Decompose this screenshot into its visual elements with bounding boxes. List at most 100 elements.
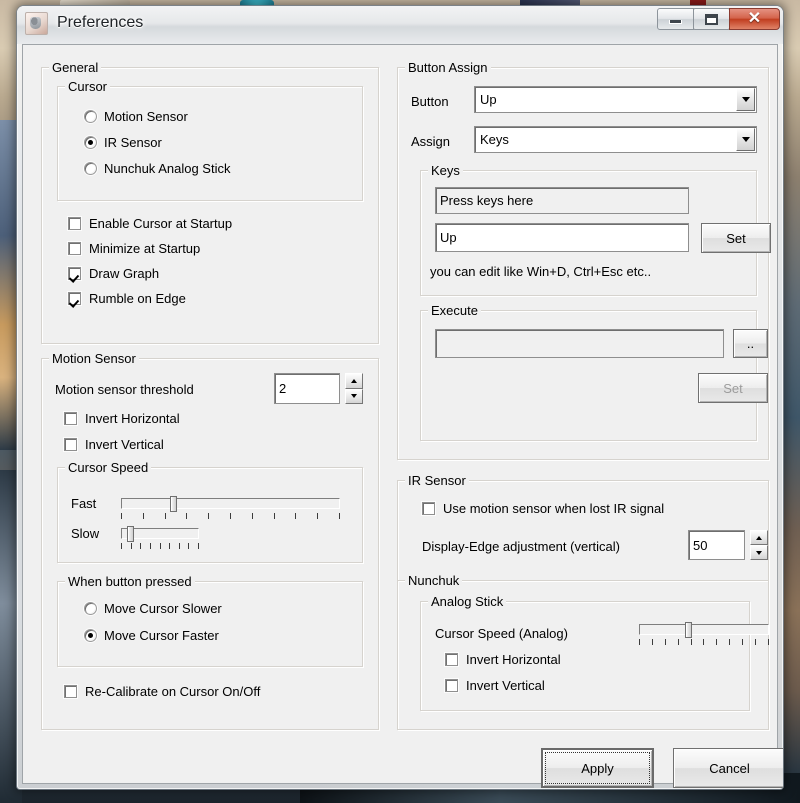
radio-nunchuk-analog-stick[interactable]: Nunchuk Analog Stick [84,161,230,176]
checkbox-motion-invert-vertical[interactable]: Invert Vertical [64,437,164,452]
checkbox-use-motion-sensor-when-lost-ir[interactable]: Use motion sensor when lost IR signal [422,501,664,516]
display-edge-stepper[interactable]: 50 [688,530,768,560]
radio-ir-sensor[interactable]: IR Sensor [84,135,162,150]
checkbox-motion-invert-horizontal[interactable]: Invert Horizontal [64,411,180,426]
checkbox-label: Invert Vertical [466,678,545,693]
execute-path-input[interactable] [435,329,724,358]
slider-thumb[interactable] [170,496,177,512]
checkbox-recalibrate-on-cursor-on-off[interactable]: Re-Calibrate on Cursor On/Off [64,684,260,699]
combobox-arrow-button[interactable] [736,88,755,111]
keys-set-button[interactable]: Set [701,223,771,253]
stepper-up-button[interactable] [345,373,363,389]
checkbox-label: Draw Graph [89,266,160,281]
slider-track [121,498,340,509]
caption-buttons: ✕ [657,8,780,30]
when-button-pressed-group: When button pressed Move Cursor Slower M… [57,574,363,667]
radio-move-cursor-slower[interactable]: Move Cursor Slower [84,601,222,616]
execute-browse-label: .. [746,336,755,351]
stepper-down-button[interactable] [345,388,363,404]
chevron-down-icon [741,137,750,142]
display-edge-input[interactable]: 50 [688,530,745,560]
press-keys-input[interactable]: Press keys here [435,187,689,214]
maximize-button[interactable] [693,8,730,30]
execute-browse-button[interactable]: .. [733,329,768,358]
chevron-up-icon [351,378,357,383]
radio-indicator [84,629,97,642]
dialog-client-area: General Cursor Motion Sensor IR Sensor N… [22,44,783,788]
analog-cursor-speed-label: Cursor Speed (Analog) [435,626,568,641]
checkbox-label: Re-Calibrate on Cursor On/Off [85,684,261,699]
checkbox-nunchuk-invert-vertical[interactable]: Invert Vertical [445,678,545,693]
apply-button[interactable]: Apply [541,748,654,788]
radio-move-cursor-faster[interactable]: Move Cursor Faster [84,628,219,643]
minimize-icon [669,20,682,24]
motion-sensor-threshold-label: Motion sensor threshold [55,382,194,397]
keys-hint-text: you can edit like Win+D, Ctrl+Esc etc.. [430,264,652,279]
execute-group: Execute .. Set [420,303,768,441]
focus-ring [545,752,650,784]
motion-sensor-threshold-stepper[interactable]: 2 [274,373,363,404]
stepper-buttons [345,373,363,404]
checkbox-label: Rumble on Edge [89,291,186,306]
minimize-button[interactable] [657,8,694,30]
checkbox-indicator [68,242,81,255]
checkbox-indicator [64,438,77,451]
radio-indicator [84,136,97,149]
general-group: General Cursor Motion Sensor IR Sensor N… [41,60,379,344]
chevron-up-icon [756,535,762,540]
radio-label: Motion Sensor [104,109,188,124]
slider-thumb[interactable] [685,622,692,638]
keys-group-legend: Keys [428,163,463,178]
keys-edit-input[interactable]: Up [435,223,689,252]
checkbox-draw-graph[interactable]: Draw Graph [68,266,159,281]
motion-sensor-threshold-input[interactable]: 2 [274,373,340,404]
button-select-value: Up [480,92,497,107]
checkbox-indicator [68,267,81,280]
checkbox-label: Use motion sensor when lost IR signal [443,501,665,516]
when-button-pressed-legend: When button pressed [65,574,195,589]
button-select-combobox[interactable]: Up [474,86,757,113]
checkbox-label: Enable Cursor at Startup [89,216,233,231]
analog-stick-legend: Analog Stick [428,594,507,609]
radio-label: Move Cursor Faster [104,628,219,643]
execute-group-legend: Execute [428,303,481,318]
app-icon [25,11,48,35]
checkbox-label: Invert Vertical [85,437,164,452]
radio-indicator [84,162,97,175]
radio-motion-sensor[interactable]: Motion Sensor [84,109,188,124]
cursor-speed-group-legend: Cursor Speed [65,460,152,475]
cursor-speed-fast-label: Fast [71,496,97,511]
general-group-legend: General [49,60,102,75]
stepper-down-button[interactable] [750,545,768,560]
close-button[interactable]: ✕ [729,8,780,30]
cancel-button[interactable]: Cancel [673,748,783,788]
title-bar[interactable]: Preferences ✕ [17,6,783,44]
checkbox-enable-cursor-at-startup[interactable]: Enable Cursor at Startup [68,216,232,231]
stepper-up-button[interactable] [750,530,768,545]
checkbox-minimize-at-startup[interactable]: Minimize at Startup [68,241,200,256]
display-edge-label: Display-Edge adjustment (vertical) [422,539,620,554]
checkbox-nunchuk-invert-horizontal[interactable]: Invert Horizontal [445,652,561,667]
slider-thumb[interactable] [127,526,134,542]
cursor-speed-group: Cursor Speed Fast Slow [57,460,363,563]
checkbox-rumble-on-edge[interactable]: Rumble on Edge [68,291,186,306]
cursor-speed-fast-slider[interactable] [121,496,340,522]
execute-set-button[interactable]: Set [698,373,768,403]
ir-sensor-legend: IR Sensor [405,473,469,488]
combobox-arrow-button[interactable] [736,128,755,151]
checkbox-indicator [422,502,435,515]
checkbox-indicator [64,412,77,425]
nunchuk-group: Nunchuk Analog Stick Cursor Speed (Analo… [397,573,769,730]
slider-ticks [121,513,340,520]
execute-set-label: Set [723,380,743,396]
analog-cursor-speed-slider[interactable] [639,622,769,648]
cursor-speed-slow-slider[interactable] [121,526,199,552]
checkbox-indicator [64,685,77,698]
keys-edit-value: Up [440,230,457,245]
assign-select-combobox[interactable]: Keys [474,126,757,153]
analog-stick-group: Analog Stick Cursor Speed (Analog) Inver… [420,594,769,711]
stepper-buttons [750,530,768,560]
checkbox-indicator [445,653,458,666]
radio-indicator [84,110,97,123]
checkbox-indicator [68,292,81,305]
